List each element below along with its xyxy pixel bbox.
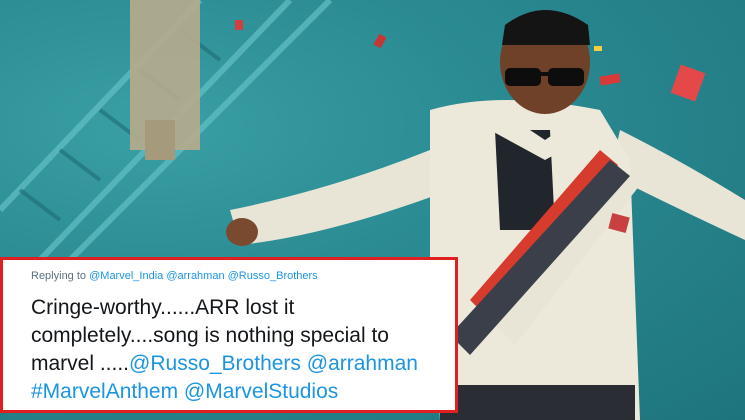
confetti-piece (235, 20, 243, 30)
tweet-line: Cringe-worthy......ARR lost it (31, 296, 295, 319)
tweet-body: Cringe-worthy......ARR lost it completel… (31, 294, 451, 406)
mention-link[interactable]: @Russo_Brothers (129, 352, 301, 375)
tweet-line: marvel .....@Russo_Brothers @arrahman (31, 350, 451, 378)
mention-link[interactable]: @arrahman (307, 352, 418, 375)
tweet-line: #MarvelAnthem @MarvelStudios (31, 378, 451, 406)
reply-prefix: Replying to (31, 270, 87, 282)
mention-link[interactable]: @Russo_Brothers (228, 270, 318, 282)
mention-link[interactable]: @Marvel_India (89, 270, 163, 282)
tweet-line: completely....song is nothing special to (31, 324, 389, 347)
hashtag-link[interactable]: #MarvelAnthem (31, 380, 178, 403)
tweet-card[interactable]: Replying to @Marvel_India @arrahman @Rus… (0, 257, 458, 413)
confetti-piece (594, 46, 602, 51)
reply-context: Replying to @Marvel_India @arrahman @Rus… (31, 270, 318, 282)
mention-link[interactable]: @MarvelStudios (184, 380, 338, 403)
mention-link[interactable]: @arrahman (166, 270, 224, 282)
tweet-line-text: marvel ..... (31, 352, 130, 375)
video-frame: Replying to @Marvel_India @arrahman @Rus… (0, 0, 745, 420)
